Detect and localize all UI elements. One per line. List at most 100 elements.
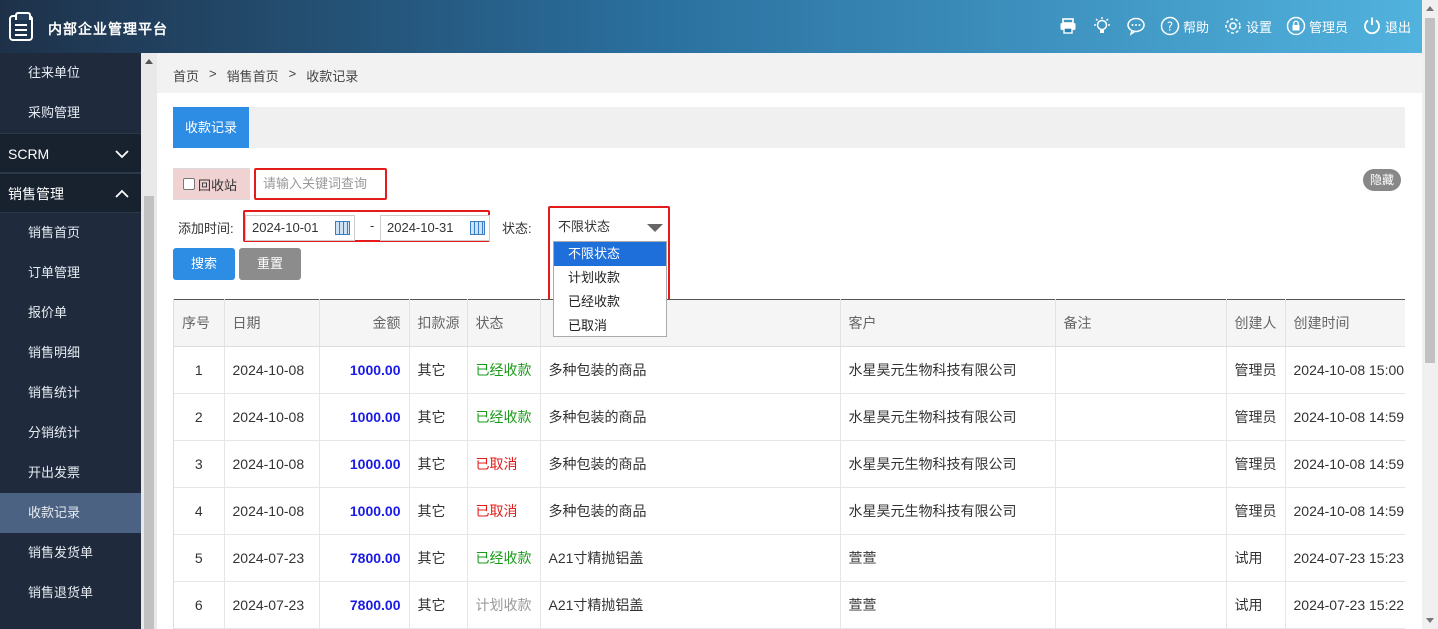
recycle-bin-checkbox[interactable] <box>183 178 195 190</box>
status-option-received[interactable]: 已经收款 <box>554 290 666 314</box>
settings-button[interactable]: 设置 <box>1223 16 1272 36</box>
sidebar-scrollbar-thumb[interactable] <box>144 196 154 629</box>
cell-amount: 1000.00 <box>319 346 410 394</box>
cell-note <box>1055 346 1227 394</box>
cell-index: 6 <box>174 581 225 629</box>
date-to-input[interactable]: 2024-10-31 <box>380 215 490 241</box>
scroll-down-arrow-icon[interactable] <box>1426 618 1434 623</box>
sidebar-group-sales[interactable]: 销售管理 <box>0 173 141 213</box>
cell-customer: 水星昊元生物科技有限公司 <box>840 346 1056 394</box>
breadcrumb-sales-home[interactable]: 销售首页 <box>227 66 279 85</box>
chat-bubble-icon <box>1126 16 1146 36</box>
column-header[interactable]: 金额 <box>319 299 410 347</box>
sidebar-item-sales-stats[interactable]: 销售统计 <box>0 373 141 413</box>
table-row[interactable]: 6 2024-07-23 7800.00 其它 计划收款 A21寸精抛铝盖 萱萱… <box>174 581 1405 629</box>
app-title: 内部企业管理平台 <box>48 21 168 37</box>
column-header[interactable]: 备注 <box>1055 299 1227 347</box>
sidebar-item-sales-detail[interactable]: 销售明细 <box>0 333 141 373</box>
cell-created-at: 2024-10-08 15:00 <box>1285 346 1405 394</box>
page-scrollbar-thumb[interactable] <box>1425 18 1435 363</box>
cell-source: 其它 <box>409 440 468 488</box>
logout-button[interactable]: 退出 <box>1362 16 1411 36</box>
sidebar-group-label: SCRM <box>8 146 50 162</box>
help-button[interactable]: ? 帮助 <box>1160 16 1209 36</box>
sidebar-item-delivery-notes[interactable]: 销售发货单 <box>0 533 141 573</box>
cell-date: 2024-07-23 <box>224 534 320 582</box>
cell-status: 已经收款 <box>467 393 541 441</box>
status-select[interactable]: 不限状态 <box>553 214 667 240</box>
cell-status: 已经收款 <box>467 534 541 582</box>
status-option-planned[interactable]: 计划收款 <box>554 266 666 290</box>
cell-item: A21寸精抛铝盖 <box>540 581 841 629</box>
tab-receipts[interactable]: 收款记录 <box>173 107 249 148</box>
keyword-search-input[interactable]: 请输入关键词查询 <box>254 168 387 200</box>
scroll-up-arrow-icon[interactable] <box>1426 6 1434 11</box>
table-row[interactable]: 2 2024-10-08 1000.00 其它 已经收款 多种包装的商品 水星昊… <box>174 393 1405 441</box>
column-header[interactable]: 扣款源 <box>409 299 468 347</box>
cell-creator: 管理员 <box>1226 487 1286 535</box>
cell-date: 2024-10-08 <box>224 440 320 488</box>
cell-created-at: 2024-07-23 15:23 <box>1285 534 1405 582</box>
cell-customer: 萱萱 <box>840 581 1056 629</box>
chevron-up-icon <box>115 174 129 229</box>
scroll-up-arrow-icon[interactable] <box>145 59 153 64</box>
tips-button[interactable] <box>1092 16 1112 36</box>
cell-note <box>1055 487 1227 535</box>
column-header[interactable]: 序号 <box>174 299 225 347</box>
cell-source: 其它 <box>409 581 468 629</box>
column-header[interactable]: 创建人 <box>1226 299 1286 347</box>
status-option-all[interactable]: 不限状态 <box>554 242 666 266</box>
column-header[interactable]: 创建时间 <box>1285 299 1405 347</box>
cell-created-at: 2024-10-08 14:59 <box>1285 393 1405 441</box>
admin-button[interactable]: 管理员 <box>1286 16 1348 36</box>
sidebar-item-receipts[interactable]: 收款记录 <box>0 493 141 533</box>
column-header[interactable]: 客户 <box>840 299 1056 347</box>
cell-creator: 试用 <box>1226 534 1286 582</box>
sidebar-item-distribution-stats[interactable]: 分销统计 <box>0 413 141 453</box>
gear-icon <box>1223 16 1243 36</box>
status-option-cancelled[interactable]: 已取消 <box>554 314 666 338</box>
breadcrumb-home[interactable]: 首页 <box>173 66 199 85</box>
cell-status: 已经收款 <box>467 346 541 394</box>
header-tools: ? 帮助 设置 管理员 退出 <box>1058 16 1411 36</box>
sidebar-item-purchasing[interactable]: 采购管理 <box>0 93 141 133</box>
printer-icon <box>1058 16 1078 36</box>
column-header[interactable]: 状态 <box>467 299 541 347</box>
sidebar-item-invoices[interactable]: 开出发票 <box>0 453 141 493</box>
status-label: 状态: <box>502 221 532 236</box>
cell-date: 2024-10-08 <box>224 346 320 394</box>
print-button[interactable] <box>1058 16 1078 36</box>
date-range-label: 添加时间: <box>178 221 234 236</box>
table-row[interactable]: 1 2024-10-08 1000.00 其它 已经收款 多种包装的商品 水星昊… <box>174 346 1405 394</box>
table-row[interactable]: 4 2024-10-08 1000.00 其它 已取消 多种包装的商品 水星昊元… <box>174 487 1405 535</box>
table-row[interactable]: 5 2024-07-23 7800.00 其它 已经收款 A21寸精抛铝盖 萱萱… <box>174 534 1405 582</box>
search-button[interactable]: 搜索 <box>173 248 235 280</box>
cell-amount: 1000.00 <box>319 487 410 535</box>
sidebar-item-orders[interactable]: 订单管理 <box>0 253 141 293</box>
table-header-row: 序号 日期 金额 扣款源 状态 客户 备注 创建人 创建时间 <box>174 299 1405 347</box>
date-from-input[interactable]: 2024-10-01 <box>245 215 355 241</box>
reset-button[interactable]: 重置 <box>239 248 301 280</box>
cell-customer: 水星昊元生物科技有限公司 <box>840 393 1056 441</box>
sidebar-item-returns[interactable]: 销售退货单 <box>0 573 141 613</box>
recycle-bin-toggle[interactable]: 回收站 <box>173 168 250 200</box>
cell-item: 多种包装的商品 <box>540 440 841 488</box>
app-logo-icon <box>9 12 33 41</box>
sidebar-scrollbar[interactable] <box>141 53 157 629</box>
receipts-table: 序号 日期 金额 扣款源 状态 客户 备注 创建人 创建时间 1 2024-10… <box>173 299 1405 629</box>
page-scrollbar[interactable] <box>1422 0 1438 629</box>
calendar-icon[interactable] <box>470 221 485 235</box>
sidebar-group-scrm[interactable]: SCRM <box>0 133 141 173</box>
calendar-icon[interactable] <box>335 221 350 235</box>
cell-creator: 管理员 <box>1226 440 1286 488</box>
messages-button[interactable] <box>1126 16 1146 36</box>
cell-note <box>1055 534 1227 582</box>
hide-button[interactable]: 隐藏 <box>1363 169 1401 191</box>
sidebar-item-quotes[interactable]: 报价单 <box>0 293 141 333</box>
table-row[interactable]: 3 2024-10-08 1000.00 其它 已取消 多种包装的商品 水星昊元… <box>174 440 1405 488</box>
sidebar-item-partners[interactable]: 往来单位 <box>0 53 141 93</box>
column-header[interactable]: 日期 <box>224 299 320 347</box>
date-from-value: 2024-10-01 <box>252 220 319 235</box>
breadcrumb: 首页 > 销售首页 > 收款记录 <box>173 66 358 85</box>
cell-date: 2024-10-08 <box>224 487 320 535</box>
